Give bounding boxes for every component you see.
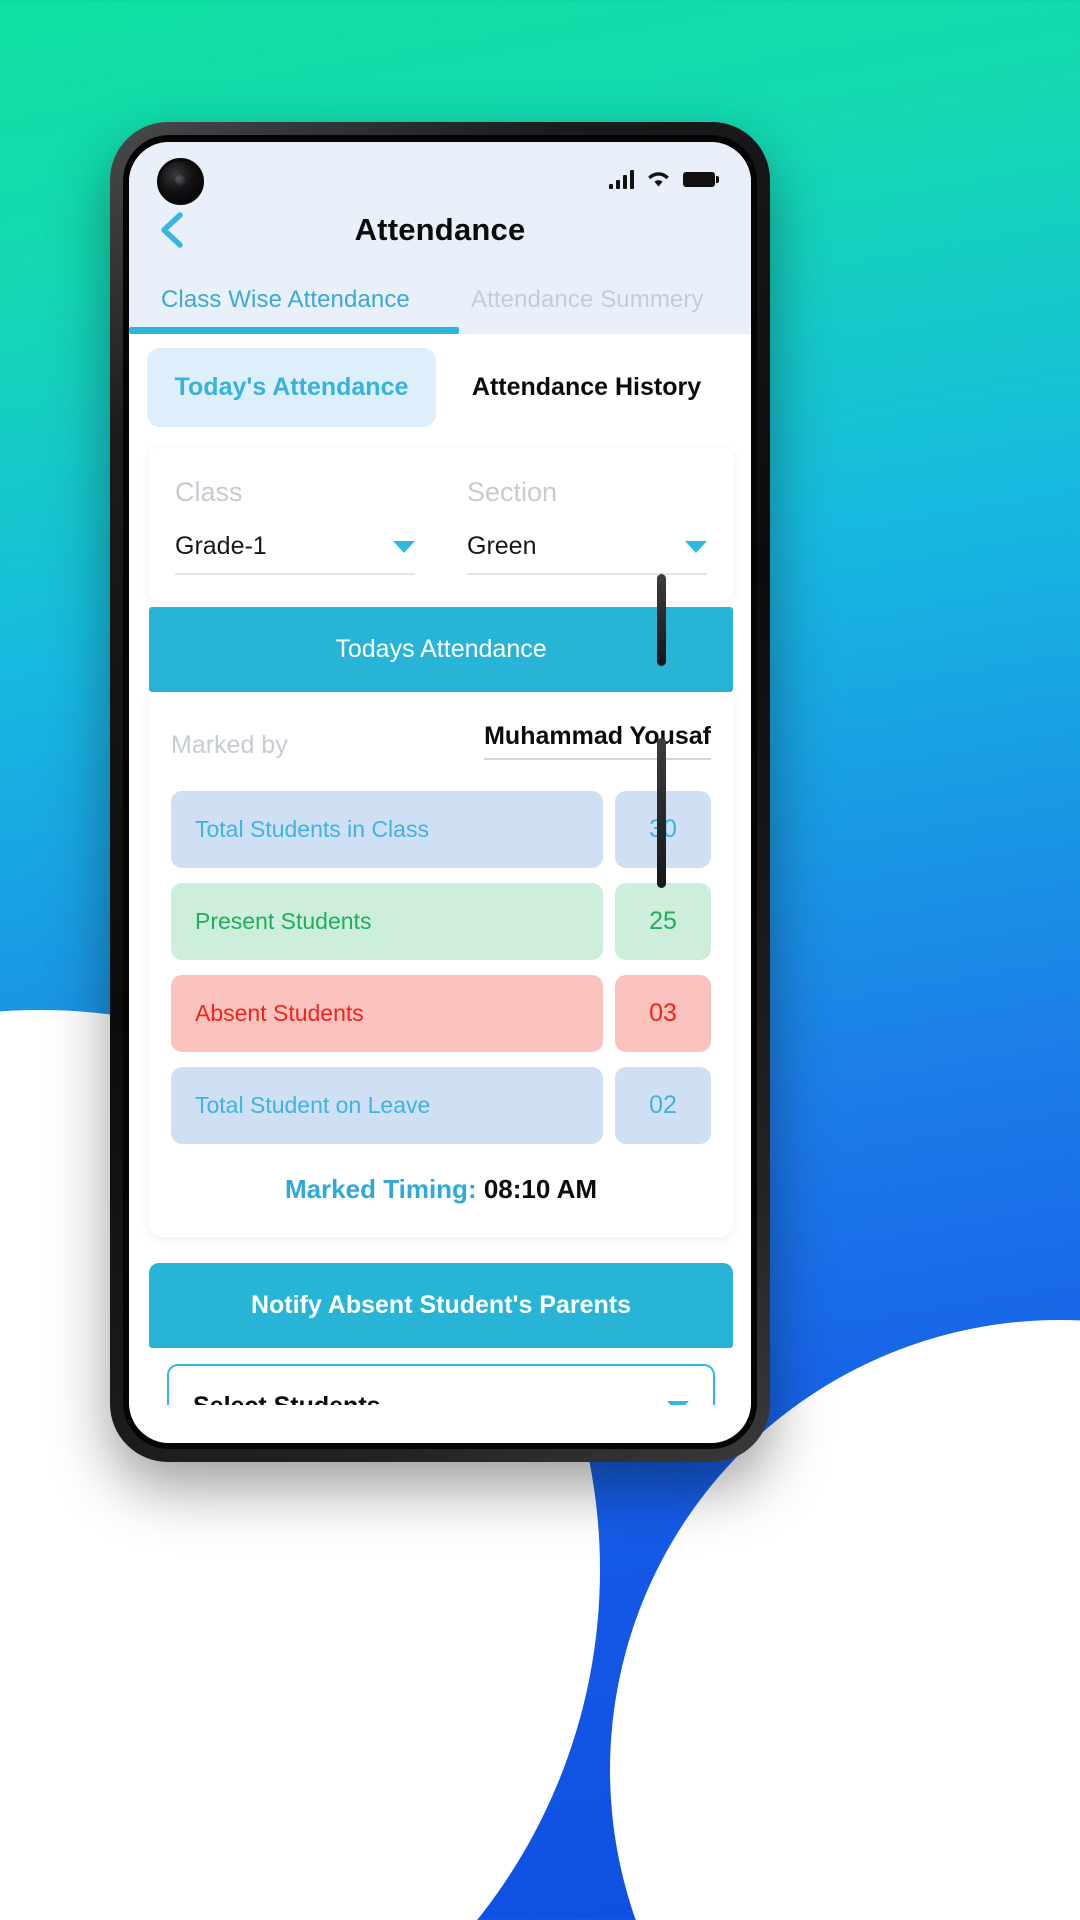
background-corner-left [0, 1400, 260, 1920]
stat-label: Present Students [171, 883, 603, 960]
wifi-icon [647, 170, 670, 188]
tab-label: Attendance Summery [471, 286, 704, 313]
stat-value: 03 [615, 975, 711, 1052]
marked-by-label: Marked by [171, 731, 288, 759]
filters-row: Class Grade-1 Section Green [149, 447, 733, 601]
status-bar [129, 142, 751, 200]
stat-label: Absent Students [171, 975, 603, 1052]
section-dropdown[interactable]: Green [467, 532, 707, 575]
todays-attendance-banner: Todays Attendance [149, 607, 733, 692]
stat-row-total-students: Total Students in Class 30 [171, 791, 711, 868]
tab-class-wise-attendance[interactable]: Class Wise Attendance [129, 286, 459, 334]
segment-attendance-history[interactable]: Attendance History [442, 348, 731, 427]
notify-parents-banner: Notify Absent Student's Parents [149, 1263, 733, 1348]
phone-frame: Attendance Class Wise Attendance Attenda… [110, 122, 770, 1462]
caret-down-icon[interactable] [685, 540, 707, 553]
marked-timing-value: 08:10 AM [483, 1174, 598, 1204]
marked-by-value: Muhammad Yousaf [484, 722, 711, 760]
caret-down-icon[interactable] [667, 1400, 689, 1405]
caret-down-icon[interactable] [393, 540, 415, 553]
marked-timing: Marked Timing: 08:10 AM [171, 1144, 711, 1211]
class-label: Class [175, 477, 243, 507]
tab-bar: Class Wise Attendance Attendance Summery [129, 286, 751, 334]
section-label: Section [467, 477, 558, 507]
signal-bars-icon [608, 169, 634, 189]
tab-attendance-summery[interactable]: Attendance Summery [459, 286, 751, 334]
attendance-summary-panel: Marked by Muhammad Yousaf Total Students… [149, 692, 733, 1237]
class-value: Grade-1 [175, 532, 267, 560]
front-camera-icon [157, 158, 204, 205]
back-chevron-icon[interactable] [159, 211, 185, 249]
tab-label: Class Wise Attendance [161, 286, 410, 313]
stat-value: 25 [615, 883, 711, 960]
class-dropdown[interactable]: Grade-1 [175, 532, 415, 575]
stat-value: 02 [615, 1067, 711, 1144]
stat-label: Total Students in Class [171, 791, 603, 868]
page-title: Attendance [354, 212, 526, 247]
marked-by-row: Marked by Muhammad Yousaf [171, 716, 711, 776]
power-button[interactable] [657, 738, 666, 888]
select-students-dropdown[interactable]: Select Students [167, 1364, 715, 1405]
app-header: Attendance Class Wise Attendance Attenda… [129, 142, 751, 334]
notify-form: Select Students Message [149, 1348, 733, 1405]
select-students-label: Select Students [193, 1392, 381, 1405]
class-selector[interactable]: Class Grade-1 [149, 477, 441, 575]
segment-todays-attendance[interactable]: Today's Attendance [147, 348, 436, 427]
volume-button[interactable] [657, 574, 666, 666]
marked-timing-label: Marked Timing: [284, 1174, 477, 1204]
background-corner-right [780, 1490, 1080, 1920]
stat-row-present-students: Present Students 25 [171, 883, 711, 960]
filters-card: Class Grade-1 Section Green [149, 447, 733, 601]
stat-row-students-on-leave: Total Student on Leave 02 [171, 1067, 711, 1144]
title-bar: Attendance [129, 200, 751, 260]
tab-active-indicator [129, 327, 459, 334]
battery-icon [683, 171, 719, 187]
section-value: Green [467, 532, 537, 560]
stat-label: Total Student on Leave [171, 1067, 603, 1144]
section-selector[interactable]: Section Green [441, 477, 733, 575]
segmented-control: Today's Attendance Attendance History [129, 334, 751, 439]
stat-row-absent-students: Absent Students 03 [171, 975, 711, 1052]
